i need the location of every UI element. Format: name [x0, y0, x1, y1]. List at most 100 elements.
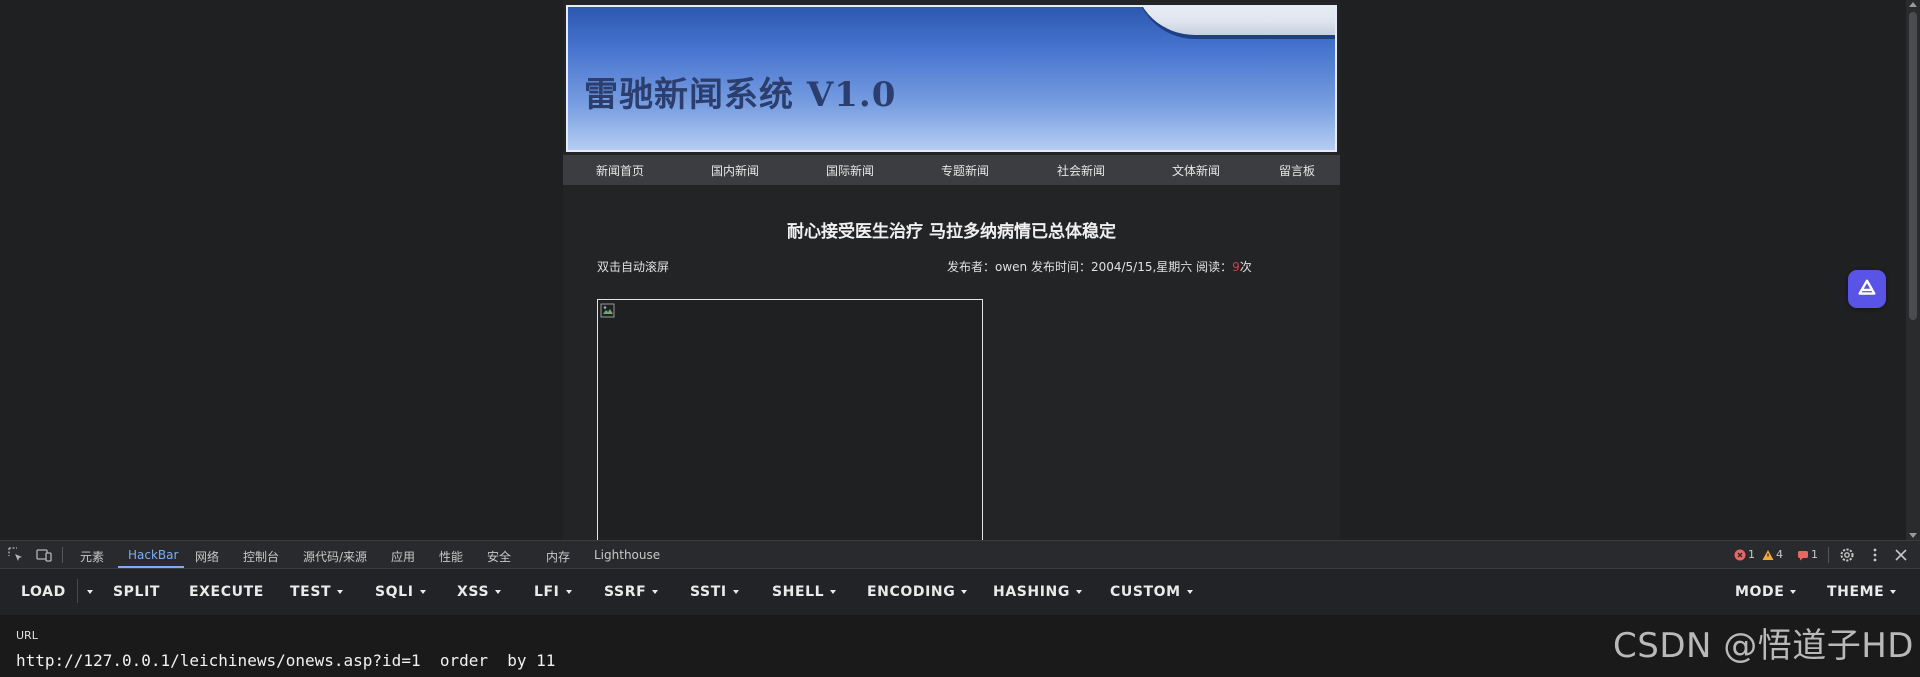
inspect-element-icon[interactable] — [7, 546, 25, 564]
page-scrollbar[interactable] — [1906, 0, 1920, 540]
lfi-menu-button[interactable]: LFI — [534, 584, 572, 600]
site-nav: 新闻首页 国内新闻 国际新闻 专题新闻 社会新闻 文体新闻 留言板 — [563, 155, 1340, 185]
scrollbar-thumb[interactable] — [1909, 12, 1917, 320]
nav-item-guestbook[interactable]: 留言板 — [1279, 162, 1315, 179]
tab-sources[interactable]: 源代码/来源 — [303, 548, 367, 565]
encoding-menu-label: ENCODING — [867, 584, 956, 600]
mode-menu-button[interactable]: MODE — [1735, 584, 1797, 600]
sqli-menu-button[interactable]: SQLI — [375, 584, 426, 600]
chevron-down-icon — [1790, 590, 1797, 594]
nav-item-sports-culture[interactable]: 文体新闻 — [1172, 162, 1220, 179]
hashing-menu-button[interactable]: HASHING — [993, 584, 1082, 600]
device-toolbar-icon[interactable] — [35, 546, 53, 564]
issue-count[interactable]: 1 — [1797, 548, 1818, 561]
article-meta-text: 发布者：owen 发布时间：2004/5/15,星期六 阅读： — [947, 260, 1233, 274]
load-button[interactable]: LOAD — [21, 584, 66, 600]
url-label: URL — [16, 629, 38, 642]
chevron-down-icon — [830, 590, 837, 594]
load-split-divider — [77, 579, 78, 603]
csdn-watermark: CSDN @悟道子HD — [1613, 626, 1914, 666]
lfi-menu-label: LFI — [534, 584, 560, 600]
mode-menu-label: MODE — [1735, 584, 1785, 600]
read-count-suffix: 次 — [1239, 260, 1252, 274]
chevron-down-icon — [1890, 590, 1897, 594]
encoding-menu-button[interactable]: ENCODING — [867, 584, 968, 600]
theme-menu-label: THEME — [1827, 584, 1885, 600]
tab-console[interactable]: 控制台 — [243, 548, 279, 565]
tabbar-divider-right — [1828, 547, 1829, 563]
chevron-down-icon — [495, 590, 502, 594]
tab-application[interactable]: 应用 — [391, 548, 415, 565]
chevron-down-icon — [1186, 590, 1193, 594]
tabbar-divider — [62, 547, 63, 563]
ssti-menu-label: SSTI — [690, 584, 727, 600]
site-banner: 雷驰新闻系统 V1.0 — [566, 5, 1337, 152]
tab-lighthouse[interactable]: Lighthouse — [594, 548, 660, 562]
scroll-down-arrow-icon[interactable] — [1909, 533, 1917, 538]
execute-button[interactable]: EXECUTE — [189, 584, 264, 600]
browser-viewport: 雷驰新闻系统 V1.0 新闻首页 国内新闻 国际新闻 专题新闻 社会新闻 文体新… — [0, 0, 1920, 540]
warning-icon — [1762, 549, 1774, 560]
chevron-down-icon — [87, 590, 93, 594]
test-menu-label: TEST — [290, 584, 332, 600]
broken-image-icon — [600, 303, 615, 318]
more-options-icon[interactable] — [1866, 546, 1884, 564]
shell-menu-label: SHELL — [772, 584, 825, 600]
xss-menu-label: XSS — [457, 584, 490, 600]
close-devtools-icon[interactable] — [1892, 546, 1910, 564]
article-headline: 耐心接受医生治疗 马拉多纳病情已总体稳定 — [787, 222, 1116, 242]
warning-count[interactable]: 4 — [1762, 548, 1783, 561]
tab-network[interactable]: 网络 — [195, 548, 219, 565]
nav-item-home[interactable]: 新闻首页 — [596, 162, 644, 179]
error-count-value: 1 — [1748, 548, 1755, 561]
test-menu-button[interactable]: TEST — [290, 584, 344, 600]
split-button[interactable]: SPLIT — [113, 584, 160, 600]
nav-item-international[interactable]: 国际新闻 — [826, 162, 874, 179]
scroll-up-arrow-icon[interactable] — [1909, 2, 1917, 7]
error-count[interactable]: 1 — [1734, 548, 1755, 561]
news-site-page: 雷驰新闻系统 V1.0 新闻首页 国内新闻 国际新闻 专题新闻 社会新闻 文体新… — [563, 0, 1340, 540]
chevron-down-icon — [1075, 590, 1082, 594]
sqli-menu-label: SQLI — [375, 584, 414, 600]
ssrf-menu-button[interactable]: SSRF — [604, 584, 659, 600]
shell-menu-button[interactable]: SHELL — [772, 584, 837, 600]
site-title: 雷驰新闻系统 V1.0 — [584, 75, 897, 115]
custom-menu-button[interactable]: CUSTOM — [1110, 584, 1193, 600]
autoscroll-link[interactable]: 双击自动滚屏 — [597, 258, 669, 275]
warning-count-value: 4 — [1776, 548, 1783, 561]
active-tab-indicator — [118, 566, 184, 568]
error-icon — [1734, 549, 1746, 560]
chevron-down-icon — [337, 590, 344, 594]
chevron-down-icon — [961, 590, 968, 594]
chevron-down-icon — [565, 590, 572, 594]
issue-icon — [1798, 550, 1808, 560]
tab-security[interactable]: 安全 — [487, 548, 511, 565]
xss-menu-button[interactable]: XSS — [457, 584, 502, 600]
nav-item-society[interactable]: 社会新闻 — [1057, 162, 1105, 179]
ssti-menu-button[interactable]: SSTI — [690, 584, 739, 600]
url-input[interactable] — [16, 647, 1576, 673]
nav-item-domestic[interactable]: 国内新闻 — [711, 162, 759, 179]
tab-performance[interactable]: 性能 — [439, 548, 463, 565]
hashing-menu-label: HASHING — [993, 584, 1070, 600]
assistant-logo-icon — [1858, 279, 1876, 295]
devtools-tabbar: 元素 HackBar 网络 控制台 源代码/来源 应用 性能 安全 内存 Lig… — [0, 541, 1920, 569]
nav-item-special[interactable]: 专题新闻 — [941, 162, 989, 179]
banner-swoosh-decoration — [1135, 7, 1335, 39]
ssrf-menu-label: SSRF — [604, 584, 647, 600]
settings-gear-icon[interactable] — [1838, 546, 1856, 564]
tab-memory[interactable]: 内存 — [546, 548, 570, 565]
chevron-down-icon — [732, 590, 739, 594]
tab-hackbar[interactable]: HackBar — [128, 548, 178, 562]
article-image-broken — [597, 299, 983, 540]
assistant-float-button[interactable] — [1848, 270, 1886, 308]
load-dropdown-button[interactable] — [81, 584, 93, 600]
chevron-down-icon — [652, 590, 659, 594]
tab-elements[interactable]: 元素 — [80, 548, 104, 565]
issue-count-value: 1 — [1811, 548, 1818, 561]
theme-menu-button[interactable]: THEME — [1827, 584, 1897, 600]
read-count: 9 — [1232, 260, 1240, 274]
chevron-down-icon — [419, 590, 426, 594]
hackbar-toolbar: LOAD SPLIT EXECUTE TEST SQLI XSS LFI SSR… — [0, 569, 1920, 615]
custom-menu-label: CUSTOM — [1110, 584, 1181, 600]
